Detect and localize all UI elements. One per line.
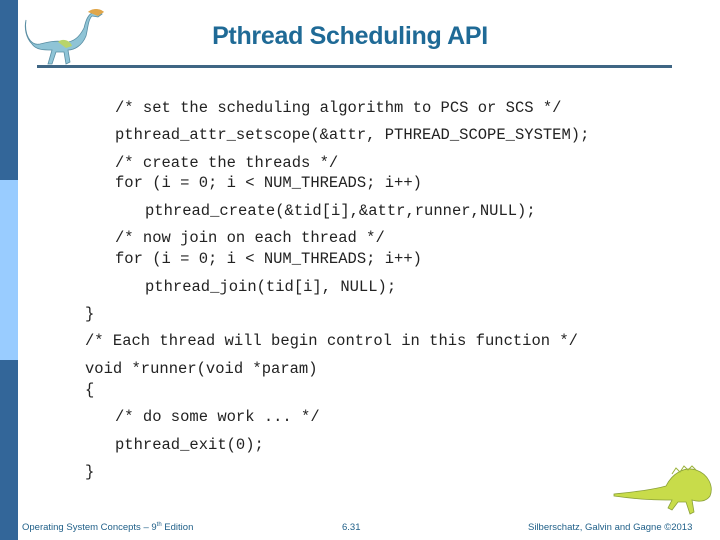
footer-page-number: 6.31: [342, 522, 361, 533]
code-line-1: /* set the scheduling algorithm to PCS o…: [115, 99, 562, 117]
dinosaur-icon: [613, 465, 712, 515]
code-line-13: /* do some work ... */: [115, 408, 320, 426]
footer-book-title: Operating System Concepts – 9th Edition: [22, 522, 193, 533]
sidebar-bar-top: [0, 0, 18, 180]
code-line-7: for (i = 0; i < NUM_THREADS; i++): [115, 250, 422, 268]
code-line-14: pthread_exit(0);: [115, 436, 264, 454]
code-line-6: /* now join on each thread */: [115, 229, 385, 247]
title-divider: [37, 65, 672, 68]
sidebar-bar-middle: [0, 180, 18, 360]
code-line-5: pthread_create(&tid[i],&attr,runner,NULL…: [145, 202, 536, 220]
code-line-15: }: [85, 463, 95, 481]
book-title-suffix: Edition: [161, 522, 194, 534]
code-line-10: /* Each thread will begin control in thi…: [85, 332, 578, 350]
footer-copyright: Silberschatz, Galvin and Gagne ©2013: [528, 522, 693, 533]
code-line-4: for (i = 0; i < NUM_THREADS; i++): [115, 174, 422, 192]
sidebar-bar-bottom: [0, 360, 18, 540]
code-line-9: }: [85, 305, 95, 323]
book-title-text: Operating System Concepts – 9: [22, 522, 157, 534]
code-line-11: void *runner(void *param): [85, 360, 318, 378]
code-line-8: pthread_join(tid[i], NULL);: [145, 278, 397, 296]
code-line-2: pthread_attr_setscope(&attr, PTHREAD_SCO…: [115, 126, 590, 144]
dinosaur-icon: [24, 9, 104, 65]
code-line-3: /* create the threads */: [115, 154, 339, 172]
code-line-12: {: [85, 381, 95, 399]
slide-title: Pthread Scheduling API: [212, 22, 488, 50]
